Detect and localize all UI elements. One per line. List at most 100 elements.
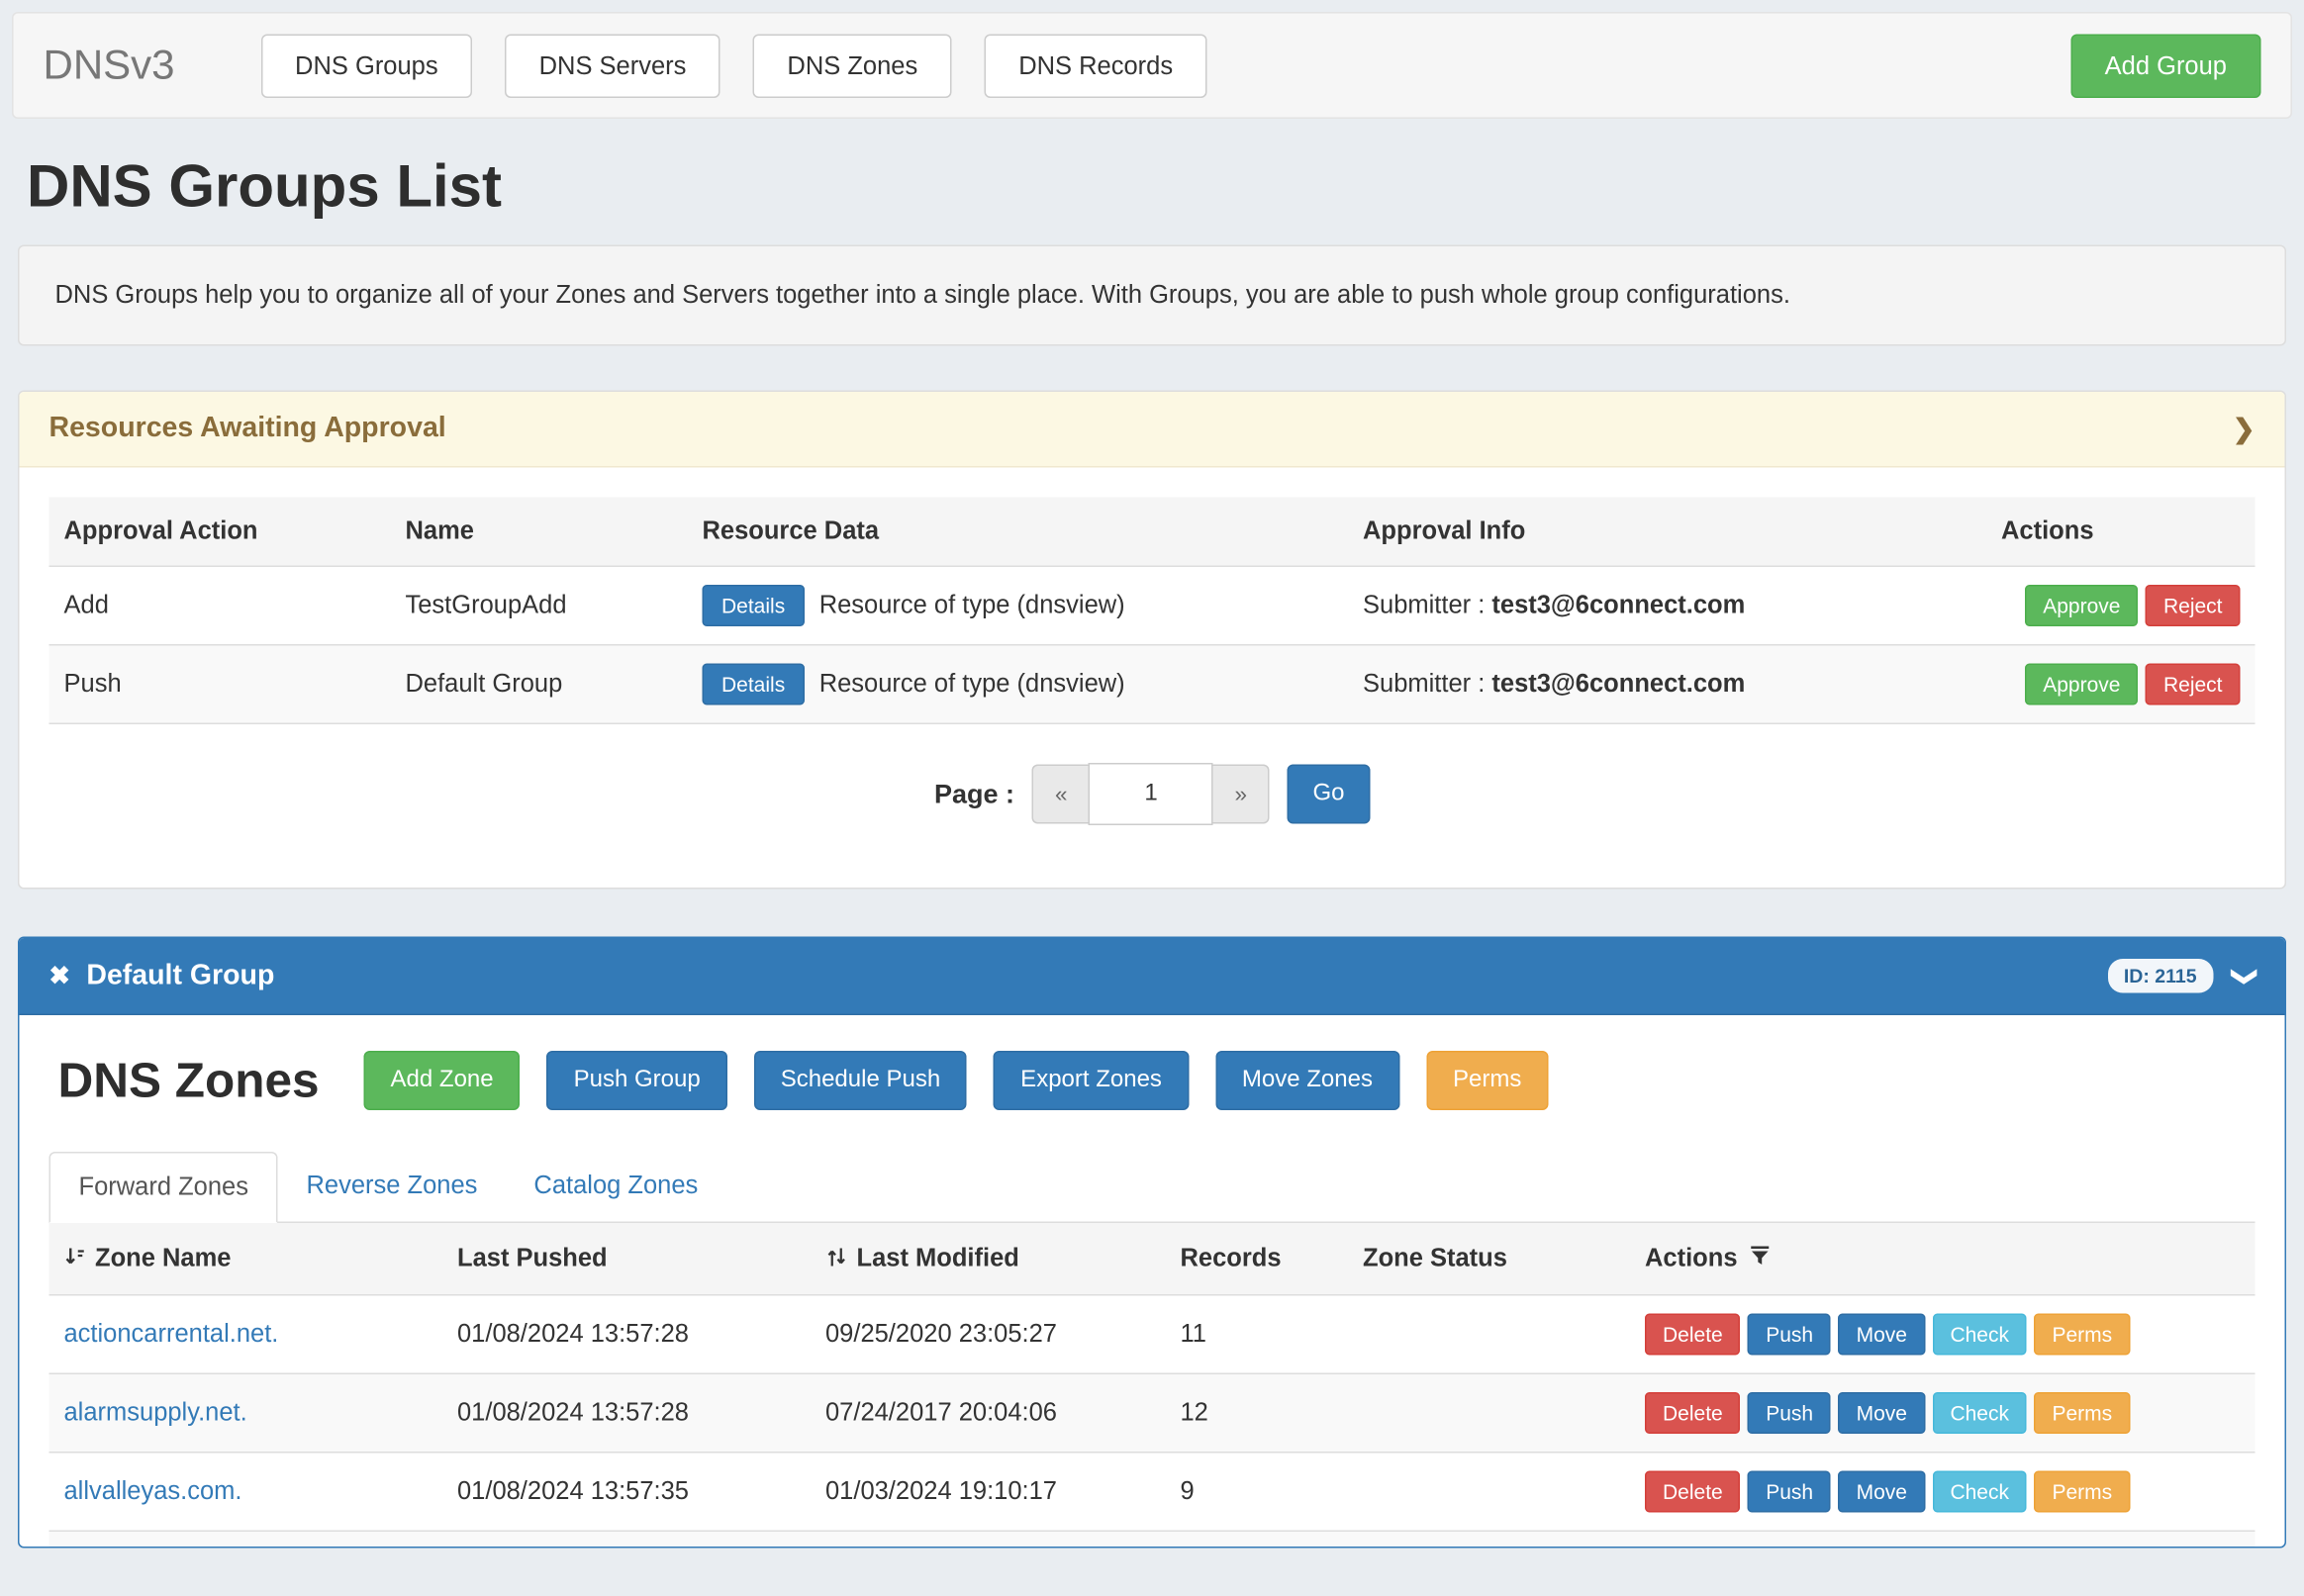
perms-row-button[interactable]: Perms <box>2034 1471 2130 1513</box>
page-title: DNS Groups List <box>27 154 2286 222</box>
approval-table-header: Approval Action Name Resource Data Appro… <box>49 498 2256 568</box>
dns-zones-heading: DNS Zones <box>58 1053 320 1109</box>
details-button[interactable]: Details <box>703 664 805 705</box>
approve-button[interactable]: Approve <box>2025 585 2138 626</box>
nav-dns-servers-button[interactable]: DNS Servers <box>505 34 720 98</box>
submitter-label: Submitter : <box>1363 670 1485 699</box>
push-button[interactable]: Push <box>1748 1392 1831 1434</box>
zones-toolbar: DNS Zones Add Zone Push Group Schedule P… <box>49 1051 2256 1110</box>
page-description: DNS Groups help you to organize all of y… <box>18 245 2286 346</box>
approval-panel-body: Approval Action Name Resource Data Appro… <box>20 468 2285 889</box>
push-group-button[interactable]: Push Group <box>547 1051 727 1110</box>
zone-link[interactable]: allvalleyas.com. <box>64 1477 242 1506</box>
nav-dns-zones-button[interactable]: DNS Zones <box>753 34 952 98</box>
submitter-label: Submitter : <box>1363 591 1485 619</box>
zone-row: actioncarrental.net. 01/08/2024 13:57:28… <box>49 1296 2256 1375</box>
page-number-input[interactable] <box>1089 763 1213 825</box>
add-group-button[interactable]: Add Group <box>2070 34 2260 98</box>
col-resource-data: Resource Data <box>688 516 1349 546</box>
nav-dns-records-button[interactable]: DNS Records <box>985 34 1207 98</box>
chevron-right-icon[interactable]: ❯ <box>2233 414 2256 445</box>
zone-actions-cell: Delete Push Move Check Perms <box>1630 1314 2256 1356</box>
sort-icon[interactable] <box>825 1246 848 1269</box>
group-panel-title: Default Group <box>86 960 274 992</box>
approval-panel-header[interactable]: Resources Awaiting Approval ❯ <box>20 392 2285 468</box>
perms-button[interactable]: Perms <box>1426 1051 1548 1110</box>
page-prev-button[interactable]: « <box>1032 765 1089 824</box>
last-modified-cell: 09/25/2020 23:05:27 <box>811 1320 1166 1350</box>
zone-link[interactable]: actioncarrental.net. <box>64 1320 279 1349</box>
nav-dns-groups-button[interactable]: DNS Groups <box>261 34 473 98</box>
page-label: Page : <box>934 779 1014 810</box>
tab-forward-zones[interactable]: Forward Zones <box>49 1152 278 1223</box>
approval-table: Approval Action Name Resource Data Appro… <box>49 498 2256 725</box>
col-records: Records <box>1166 1244 1349 1273</box>
reject-button[interactable]: Reject <box>2146 585 2241 626</box>
approve-button[interactable]: Approve <box>2025 664 2138 705</box>
perms-row-button[interactable]: Perms <box>2034 1392 2130 1434</box>
group-panel-body: DNS Zones Add Zone Push Group Schedule P… <box>20 1015 2285 1547</box>
col-zone-name[interactable]: Zone Name <box>49 1244 443 1273</box>
zone-actions-cell: Delete Push Move Check Perms <box>1630 1392 2256 1434</box>
approval-info-cell: Submitter : test3@6connect.com <box>1348 670 1986 700</box>
move-button[interactable]: Move <box>1839 1392 1925 1434</box>
move-button[interactable]: Move <box>1839 1471 1925 1513</box>
export-zones-button[interactable]: Export Zones <box>994 1051 1189 1110</box>
zone-tabs: Forward Zones Reverse Zones Catalog Zone… <box>49 1152 2256 1223</box>
tab-catalog-zones[interactable]: Catalog Zones <box>506 1152 726 1223</box>
check-button[interactable]: Check <box>1932 1314 2027 1356</box>
group-panel: ✖ Default Group ID: 2115 ❯ DNS Zones Add… <box>18 937 2286 1549</box>
move-button[interactable]: Move <box>1839 1314 1925 1356</box>
last-pushed-cell: 01/08/2024 13:57:28 <box>442 1398 811 1428</box>
delete-button[interactable]: Delete <box>1645 1392 1741 1434</box>
check-button[interactable]: Check <box>1932 1392 2027 1434</box>
page-go-button[interactable]: Go <box>1288 765 1370 824</box>
col-name: Name <box>391 516 688 546</box>
approval-actions-cell: Approve Reject <box>1986 664 2256 705</box>
add-zone-button[interactable]: Add Zone <box>364 1051 521 1110</box>
zones-table-header: Zone Name Last Pushed Last Modified Reco… <box>49 1223 2256 1296</box>
filter-icon[interactable] <box>1750 1246 1773 1268</box>
check-button[interactable]: Check <box>1932 1471 2027 1513</box>
details-button[interactable]: Details <box>703 585 805 626</box>
group-id-badge: ID: 2115 <box>2107 959 2213 993</box>
approval-panel: Resources Awaiting Approval ❯ Approval A… <box>18 391 2286 890</box>
push-button[interactable]: Push <box>1748 1471 1831 1513</box>
delete-button[interactable]: Delete <box>1645 1471 1741 1513</box>
records-cell: 12 <box>1166 1398 1349 1428</box>
approval-resource-cell: Details Resource of type (dnsview) <box>688 585 1349 626</box>
close-icon[interactable]: ✖ <box>49 961 70 990</box>
zone-link[interactable]: alarmsupply.net. <box>64 1398 247 1427</box>
col-approval-action: Approval Action <box>49 516 391 546</box>
zones-table: Zone Name Last Pushed Last Modified Reco… <box>49 1223 2256 1547</box>
col-last-pushed: Last Pushed <box>442 1244 811 1273</box>
col-zone-status: Zone Status <box>1348 1244 1630 1273</box>
records-cell: 11 <box>1166 1320 1349 1350</box>
approval-name-cell: Default Group <box>391 670 688 700</box>
group-panel-header: ✖ Default Group ID: 2115 ❯ <box>20 938 2285 1015</box>
move-zones-button[interactable]: Move Zones <box>1215 1051 1399 1110</box>
col-approval-info: Approval Info <box>1348 516 1986 546</box>
approval-info-cell: Submitter : test3@6connect.com <box>1348 591 1986 620</box>
approval-panel-title: Resources Awaiting Approval <box>49 413 446 445</box>
pagination: Page : « » Go <box>49 763 2256 825</box>
col-last-modified[interactable]: Last Modified <box>811 1244 1166 1273</box>
zone-row-partial <box>49 1532 2256 1547</box>
navbar: DNSv3 DNS Groups DNS Servers DNS Zones D… <box>12 12 2292 119</box>
sort-icon[interactable] <box>64 1246 87 1269</box>
approval-action-cell: Push <box>49 670 391 700</box>
page-next-button[interactable]: » <box>1213 765 1270 824</box>
chevron-down-icon[interactable]: ❯ <box>2230 966 2259 986</box>
col-zone-actions[interactable]: Actions <box>1630 1244 2256 1273</box>
last-pushed-cell: 01/08/2024 13:57:28 <box>442 1320 811 1350</box>
tab-reverse-zones[interactable]: Reverse Zones <box>278 1152 506 1223</box>
last-modified-cell: 07/24/2017 20:04:06 <box>811 1398 1166 1428</box>
push-button[interactable]: Push <box>1748 1314 1831 1356</box>
perms-row-button[interactable]: Perms <box>2034 1314 2130 1356</box>
delete-button[interactable]: Delete <box>1645 1314 1741 1356</box>
page-content: DNS Groups List DNS Groups help you to o… <box>0 154 2304 1549</box>
schedule-push-button[interactable]: Schedule Push <box>754 1051 967 1110</box>
submitter-value: test3@6connect.com <box>1491 591 1745 619</box>
resource-data-text: Resource of type (dnsview) <box>819 670 1125 700</box>
reject-button[interactable]: Reject <box>2146 664 2241 705</box>
